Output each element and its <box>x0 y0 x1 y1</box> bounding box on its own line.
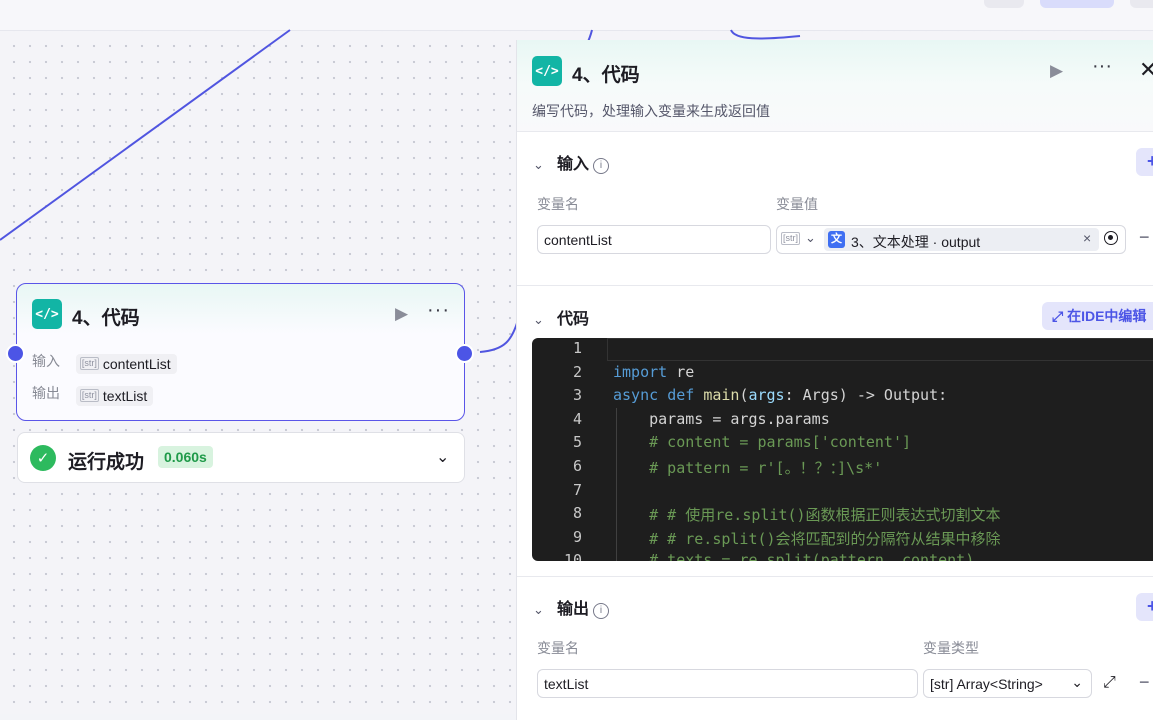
more-icon[interactable]: ··· <box>1092 55 1112 78</box>
run-icon[interactable]: ▶ <box>395 304 408 324</box>
clear-icon[interactable]: × <box>1083 230 1091 246</box>
info-icon[interactable]: i <box>593 603 610 619</box>
node-output-chip: [str] textList <box>75 385 154 406</box>
run-status-bar[interactable]: ✓ 运行成功 0.060s ⌄ <box>17 432 465 483</box>
more-icon[interactable]: ··· <box>427 299 450 322</box>
code-line[interactable]: # content = params['content'] <box>613 433 911 451</box>
line-number: 10 <box>563 551 582 561</box>
output-var-name-field[interactable]: textList <box>537 669 918 698</box>
active-line-highlight <box>607 338 1153 361</box>
code-line[interactable]: # # 使用re.split()函数根据正则表达式切割文本 <box>613 504 1000 525</box>
string-type-icon: [str] <box>79 357 99 370</box>
connection-line <box>479 319 519 353</box>
success-check-icon: ✓ <box>30 445 56 471</box>
expand-icon[interactable]: ⤢ <box>1103 674 1116 692</box>
line-number: 5 <box>572 433 582 452</box>
chevron-down-icon[interactable]: ⌄ <box>533 602 551 618</box>
code-section-title: 代码 <box>557 311 590 328</box>
variable-reference-tag: 文 3、文本处理 · output × <box>824 228 1099 251</box>
node-output-port[interactable] <box>455 344 474 363</box>
input-section-title: 输入 <box>557 156 590 173</box>
target-icon[interactable] <box>1104 231 1118 245</box>
node-input-chip: [str] contentList <box>75 353 177 374</box>
code-line[interactable]: params = args.params <box>613 410 830 428</box>
chevron-down-icon[interactable]: ⌄ <box>533 312 551 328</box>
node-config-panel: </> 4、代码 ▶ ··· ✕ 编写代码，处理输入变量来生成返回值 ⌄ 输入 i … <box>516 40 1153 720</box>
panel-header: </> 4、代码 ▶ ··· ✕ 编写代码，处理输入变量来生成返回值 <box>517 40 1153 132</box>
run-icon[interactable]: ▶ <box>1050 61 1063 81</box>
line-number: 8 <box>572 504 582 523</box>
remove-input-icon[interactable]: − <box>1139 227 1150 248</box>
line-number: 9 <box>572 527 582 546</box>
node-input-label: 输入 <box>32 353 60 369</box>
output-section-header[interactable]: ⌄ 输出 i <box>533 595 610 619</box>
string-type-icon: [str] <box>79 389 99 402</box>
line-number: 3 <box>572 386 582 405</box>
node-input-row: 输入 [str] contentList <box>32 351 177 374</box>
section-divider <box>517 285 1153 286</box>
string-type-icon: [str] <box>781 232 800 245</box>
remove-output-icon[interactable]: − <box>1139 672 1150 693</box>
code-icon: </> <box>532 56 562 86</box>
node-output-value: textList <box>102 387 148 404</box>
run-status-label: 运行成功 <box>68 452 145 473</box>
edit-in-ide-label: 在IDE中编辑 <box>1067 308 1147 324</box>
line-number: 6 <box>572 457 582 475</box>
code-node-card[interactable]: </> 4、代码 ▶ ··· 输入 [str] contentList 输出 [s… <box>16 283 465 421</box>
line-number: 7 <box>572 480 582 499</box>
section-divider <box>517 576 1153 577</box>
type-dropdown-chevron-icon[interactable]: ⌄ <box>805 230 816 246</box>
input-section-header[interactable]: ⌄ 输入 i <box>533 150 610 174</box>
output-name-column-label: 变量名 <box>537 640 579 656</box>
text-process-icon: 文 <box>828 231 845 248</box>
code-icon: </> <box>32 299 62 329</box>
expand-icon: ⤢ <box>1052 308 1068 324</box>
chevron-down-icon[interactable]: ⌄ <box>436 447 449 467</box>
input-name-column-label: 变量名 <box>537 196 579 212</box>
input-value-column-label: 变量值 <box>776 196 818 212</box>
panel-title[interactable]: 4、代码 <box>572 60 640 87</box>
chevron-down-icon: ⌄ <box>1071 674 1083 690</box>
line-number: 2 <box>572 362 582 381</box>
code-line[interactable]: # # re.split()会将匹配到的分隔符从结果中移除 <box>613 528 1000 549</box>
code-line[interactable]: # pattern = r'[。！？：]\s*' <box>613 457 882 478</box>
code-section-header[interactable]: ⌄ 代码 <box>533 305 589 329</box>
output-type-value: [str] Array<String> <box>930 676 1043 692</box>
output-type-select[interactable]: [str] Array<String> ⌄ <box>923 669 1092 698</box>
info-icon[interactable]: i <box>593 158 610 174</box>
node-output-label: 输出 <box>32 385 60 401</box>
input-var-value-field[interactable]: [str] ⌄ 文 3、文本处理 · output × <box>776 225 1126 254</box>
input-var-name-field[interactable]: contentList <box>537 225 771 254</box>
panel-description[interactable]: 编写代码，处理输入变量来生成返回值 <box>532 101 770 121</box>
output-section-title: 输出 <box>557 601 590 618</box>
code-line[interactable]: async def main(args: Args) -> Output: <box>613 386 947 404</box>
chevron-down-icon[interactable]: ⌄ <box>533 157 551 173</box>
close-icon[interactable]: ✕ <box>1139 57 1153 83</box>
output-type-column-label: 变量类型 <box>923 640 979 656</box>
code-line[interactable]: import re <box>613 363 694 381</box>
edit-in-ide-button[interactable]: ⤢ 在IDE中编辑 <box>1042 302 1153 330</box>
variable-reference-value: 3、文本处理 · output <box>851 234 981 250</box>
add-output-button[interactable]: + <box>1136 593 1153 621</box>
add-input-button[interactable]: + <box>1136 148 1153 176</box>
code-line[interactable]: # texts = re.split(pattern, content) <box>613 551 974 561</box>
node-input-port[interactable] <box>6 344 25 363</box>
node-input-value: contentList <box>102 355 171 372</box>
code-editor[interactable]: 1 2 import re 3 async def main(args: Args) -… <box>532 338 1153 561</box>
connection-line <box>0 29 291 241</box>
run-duration-badge: 0.060s <box>158 446 213 468</box>
line-number: 1 <box>572 339 582 357</box>
connection-line <box>730 29 801 40</box>
line-number: 4 <box>572 409 582 428</box>
node-title: 4、代码 <box>72 308 140 329</box>
node-output-row: 输出 [str] textList <box>32 383 154 406</box>
